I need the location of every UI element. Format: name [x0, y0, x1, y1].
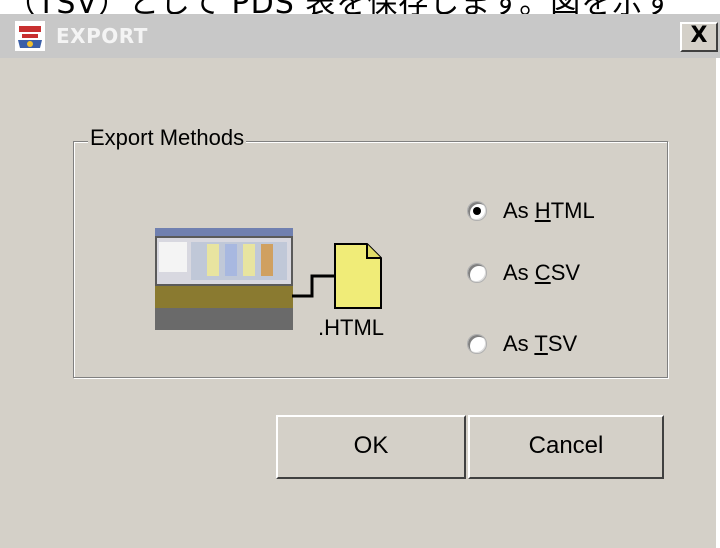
app-logo-icon	[15, 21, 45, 51]
radio-button-icon[interactable]	[467, 201, 487, 221]
title-bar[interactable]: EXPORT X	[0, 14, 720, 58]
background-document-strip: （TSV）として PDS 表を保存します。図を示す	[0, 0, 720, 14]
radio-as-tsv[interactable]: As TSV	[467, 329, 577, 359]
close-button[interactable]: X	[680, 22, 718, 52]
cancel-button[interactable]: Cancel	[468, 415, 664, 479]
window-edge	[716, 58, 720, 548]
radio-button-icon[interactable]	[467, 334, 487, 354]
table-preview-image	[155, 228, 293, 330]
radio-label-html[interactable]: As HTML	[503, 198, 595, 224]
radio-label-tsv[interactable]: As TSV	[503, 331, 577, 357]
ok-button[interactable]: OK	[276, 415, 466, 479]
radio-as-csv[interactable]: As CSV	[467, 258, 580, 288]
document-icon	[334, 243, 382, 309]
radio-as-html[interactable]: As HTML	[467, 196, 595, 226]
group-legend: Export Methods	[88, 125, 247, 151]
format-extension-label: .HTML	[318, 315, 384, 340]
background-document-text: （TSV）として PDS 表を保存します。図を示す	[6, 0, 674, 14]
radio-button-icon[interactable]	[467, 263, 487, 283]
window-title: EXPORT	[56, 24, 148, 48]
radio-label-csv[interactable]: As CSV	[503, 260, 580, 286]
radio-selected-dot	[473, 207, 481, 215]
